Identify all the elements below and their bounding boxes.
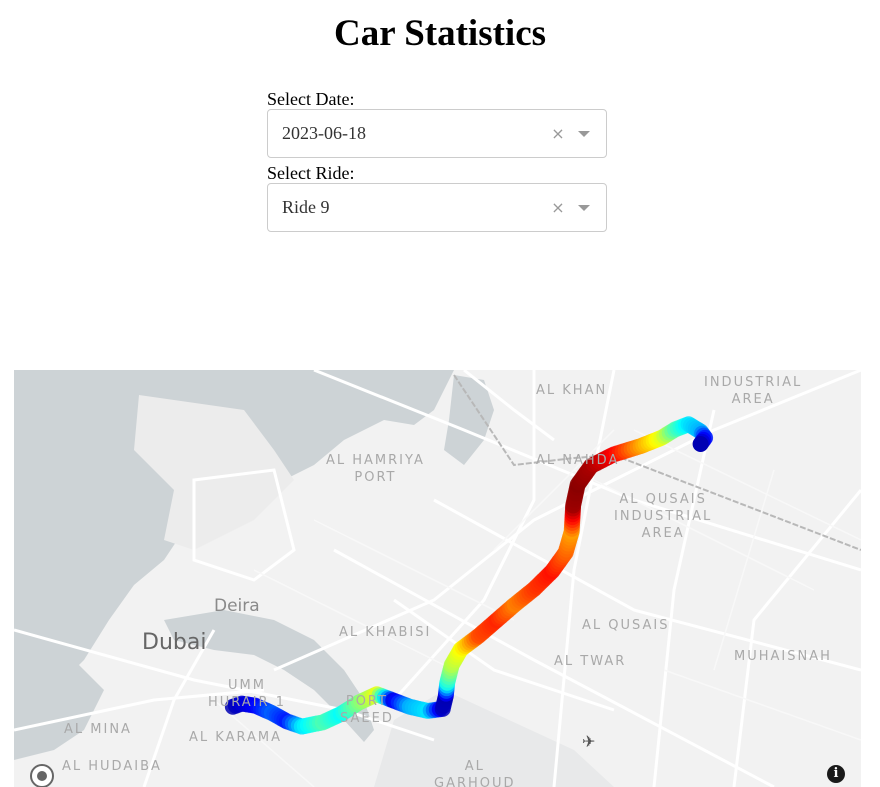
route-point[interactable] <box>692 436 709 453</box>
map-label-al-hamriya-port: AL HAMRIYA PORT <box>326 453 425 485</box>
page-title: Car Statistics <box>333 13 547 54</box>
map-label-muhaisnah: MUHAISNAH <box>734 649 832 664</box>
map-label-umm-hurair: UMM HURAIR 1 <box>208 678 286 710</box>
map-label-port-saeed: PORT SAEED <box>340 694 394 726</box>
clear-icon[interactable]: × <box>548 124 568 143</box>
ride-value: Ride 9 <box>282 197 330 217</box>
airport-icon: ✈ <box>582 732 596 751</box>
map-label-al-mina: AL MINA <box>64 722 132 737</box>
ride-map[interactable]: AL KHAN INDUSTRIAL AREA AL HAMRIYA PORT … <box>14 370 861 787</box>
date-dropdown[interactable]: 2023-06-18 × <box>267 109 607 158</box>
map-label-al-karama: AL KARAMA <box>189 730 282 745</box>
info-icon[interactable]: i <box>827 765 845 783</box>
ride-dropdown[interactable]: Ride 9 × <box>267 183 607 232</box>
chevron-down-icon[interactable] <box>578 130 590 137</box>
map-label-al-qusais-industrial: AL QUSAIS INDUSTRIAL AREA <box>614 492 713 541</box>
water-port <box>14 660 104 760</box>
map-label-dubai: Dubai <box>142 630 207 655</box>
mapbox-logo-icon[interactable] <box>30 764 54 787</box>
map-basemap <box>14 370 861 787</box>
map-label-al-hudaiba: AL HUDAIBA <box>62 759 162 774</box>
map-label-al-khabisi: AL KHABISI <box>339 625 432 640</box>
map-label-industrial-area: INDUSTRIAL AREA <box>704 375 803 407</box>
date-filter: Select Date: 2023-06-18 × <box>267 89 607 158</box>
date-label: Select Date: <box>267 89 355 109</box>
map-label-al-twar: AL TWAR <box>554 654 627 669</box>
clear-icon[interactable]: × <box>548 198 568 217</box>
chevron-down-icon[interactable] <box>578 204 590 211</box>
date-value: 2023-06-18 <box>282 123 366 143</box>
map-label-deira: Deira <box>214 596 260 616</box>
map-label-al-qusais: AL QUSAIS <box>582 618 670 633</box>
map-label-al-khan: AL KHAN <box>536 383 608 398</box>
ride-filter: Select Ride: Ride 9 × <box>267 163 607 232</box>
ride-label: Select Ride: <box>267 163 355 183</box>
map-label-al-garhoud: AL GARHOUD <box>434 759 516 787</box>
map-label-al-nahda: AL NAHDA <box>536 453 620 468</box>
